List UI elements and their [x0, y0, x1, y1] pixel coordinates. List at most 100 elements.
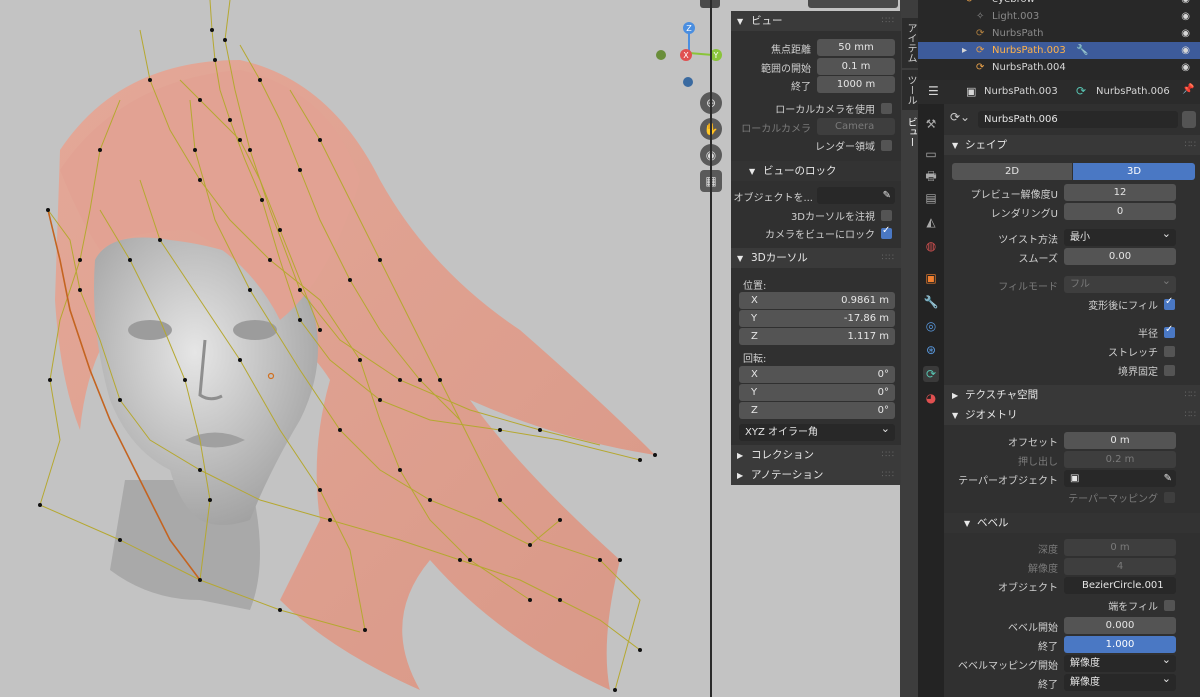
tab-item[interactable]: アイテム [902, 18, 918, 68]
lock-cursor-checkbox[interactable] [881, 210, 892, 221]
outliner-row-selected[interactable]: ▸ ⟳ NurbsPath.003 🔧 ◉ [918, 42, 1200, 59]
cursor-rot-y-field[interactable]: Y 0° [739, 384, 895, 401]
curve-data-tab-icon[interactable]: ⟳ [923, 366, 939, 382]
eye-icon[interactable]: ◉ [1181, 59, 1190, 76]
stretch-checkbox[interactable] [1164, 346, 1175, 357]
outliner-row[interactable]: ⟳ eyebrow ◉ [918, 0, 1200, 8]
mode-3d-button[interactable]: 3D [1073, 163, 1195, 180]
bevel-map-end-dropdown[interactable]: 解像度 [1064, 674, 1176, 691]
panel-view-header[interactable]: ▼ ビュー ∷∷ [731, 11, 901, 31]
view-layer-tab-icon[interactable]: ▤ [923, 190, 939, 206]
bevel-depth-field[interactable]: 0 m [1064, 539, 1176, 556]
local-camera-field[interactable]: Camera [817, 118, 895, 135]
cursor-rot-z-field[interactable]: Z 0° [739, 402, 895, 419]
bevel-map-start-dropdown[interactable]: 解像度 [1064, 655, 1176, 672]
offset-field[interactable]: 0 m [1064, 432, 1176, 449]
radius-checkbox[interactable] [1164, 324, 1175, 338]
section-geometry-header[interactable]: ▼ ジオメトリ ∷∷ [944, 405, 1200, 425]
outliner-row[interactable]: ✧ Light.003 ◉ [918, 8, 1200, 25]
bounds-clamp-checkbox[interactable] [1164, 365, 1175, 376]
tool-tab-icon[interactable]: ⚒ [923, 116, 939, 132]
taper-object-field[interactable]: ▣ ✎ [1064, 470, 1176, 487]
eyedropper-icon[interactable]: ✎ [883, 187, 891, 204]
cursor-z-field[interactable]: Z 1.117 m [739, 328, 895, 345]
object-tab-icon[interactable]: ▣ [923, 270, 939, 286]
outliner-row[interactable]: ⟳ NurbsPath.004 ◉ [918, 59, 1200, 76]
eye-icon[interactable]: ◉ [1181, 42, 1190, 59]
clip-end-field[interactable]: 1000 m [817, 76, 895, 93]
bevel-resolution-field[interactable]: 4 [1064, 558, 1176, 575]
section-shape-header[interactable]: ▼ シェイプ ∷∷ [944, 135, 1200, 155]
cursor-y-field[interactable]: Y -17.86 m [739, 310, 895, 327]
constraint-tab-icon[interactable]: ⊛ [923, 342, 939, 358]
shading-buttons[interactable] [808, 0, 898, 8]
outliner-item-label: NurbsPath [992, 28, 1044, 39]
section-bevel-header[interactable]: ▼ ベベル [944, 513, 1200, 533]
preview-u-field[interactable]: 12 [1064, 184, 1176, 201]
panel-annotation-header[interactable]: ▶ アノテーション ∷∷ [731, 465, 901, 485]
curve-data-icon: ⟳ [1076, 84, 1087, 98]
eye-icon[interactable]: ◉ [1181, 0, 1190, 8]
fake-user-icon[interactable] [1182, 111, 1196, 128]
cursor-y-value: -17.86 m [843, 313, 889, 324]
tab-view[interactable]: ビュー [902, 112, 918, 152]
fill-deform-label: 変形後にフィル [1088, 301, 1158, 312]
outliner: ⟳ eyebrow ◉ ✧ Light.003 ◉ ⟳ NurbsPath ◉ … [918, 0, 1200, 80]
stretch-label: ストレッチ [1108, 348, 1158, 359]
smooth-field[interactable]: 0.00 [1064, 248, 1176, 265]
gizmo-y-label: Y [713, 51, 719, 60]
lock-object-field[interactable]: ✎ [817, 187, 895, 204]
focal-length-field[interactable]: 50 mm [817, 39, 895, 56]
world-tab-icon[interactable]: ◍ [923, 238, 939, 254]
datablock-name-field[interactable]: NurbsPath.006 [978, 111, 1178, 128]
eye-icon[interactable]: ◉ [1181, 25, 1190, 42]
render-region-checkbox[interactable] [881, 140, 892, 151]
twist-method-dropdown[interactable]: 最小 [1064, 229, 1176, 246]
bevel-start-field[interactable]: 0.000 [1064, 617, 1176, 634]
camera-to-view-checkbox[interactable] [881, 225, 892, 239]
local-camera-checkbox[interactable] [881, 103, 892, 114]
cursor-rot-x-field[interactable]: X 0° [739, 366, 895, 383]
light-icon: ✧ [976, 11, 985, 22]
section-shape-title: シェイプ [965, 139, 1007, 151]
tab-tool[interactable]: ツール [902, 70, 918, 110]
bevel-end-field[interactable]: 1.000 [1064, 636, 1176, 653]
bevel-object-field[interactable]: BezierCircle.001 [1064, 577, 1176, 594]
eye-left [128, 320, 172, 340]
panel-view-lock-title: ビューのロック [763, 165, 837, 177]
smooth-label: スムーズ [1018, 254, 1059, 265]
modifier-wrench-icon: 🔧 [1076, 45, 1089, 56]
panel-view-lock-header[interactable]: ▼ ビューのロック [731, 161, 901, 181]
rotation-mode-dropdown[interactable]: XYZ オイラー角 [739, 424, 895, 441]
output-tab-icon[interactable]: 🖶 [923, 168, 939, 184]
eyedropper-icon[interactable]: ✎ [1164, 470, 1172, 487]
curve-icon: ⟳ [976, 28, 985, 39]
taper-mapping-checkbox[interactable] [1164, 492, 1175, 503]
section-texture-space-header[interactable]: ▶ テクスチャ空間 ∷∷ [944, 385, 1200, 405]
extrude-field[interactable]: 0.2 m [1064, 451, 1176, 468]
physics-tab-icon[interactable]: ◎ [923, 318, 939, 334]
modifier-tab-icon[interactable]: 🔧 [923, 294, 939, 310]
cursor-x-field[interactable]: X 0.9861 m [739, 292, 895, 309]
datablock-type-icon[interactable]: ⟳⌄ [950, 110, 970, 124]
render-u-field[interactable]: 0 [1064, 203, 1176, 220]
scene-tab-icon[interactable]: ◭ [923, 214, 939, 230]
editor-type-icon[interactable]: ☰ [928, 84, 939, 98]
panel-collection-header[interactable]: ▶ コレクション ∷∷ [731, 445, 901, 465]
outliner-row[interactable]: ⟳ NurbsPath ◉ [918, 25, 1200, 42]
eye-icon[interactable]: ◉ [1181, 8, 1190, 25]
local-camera-use-label: ローカルカメラを使用 [775, 105, 875, 116]
fill-deform-checkbox[interactable] [1164, 296, 1175, 310]
mode-2d-button[interactable]: 2D [952, 163, 1072, 180]
expand-arrow-icon[interactable]: ▸ [962, 42, 967, 59]
pin-icon[interactable]: 📌 [1182, 84, 1194, 95]
clip-start-field[interactable]: 0.1 m [817, 58, 895, 75]
render-tab-icon[interactable]: ▭ [923, 146, 939, 162]
fill-caps-checkbox[interactable] [1164, 600, 1175, 611]
material-tab-icon[interactable]: ◕ [923, 390, 939, 406]
panel-3d-cursor-header[interactable]: ▼ 3Dカーソル ∷∷ [731, 248, 901, 268]
panel-annotation-title: アノテーション [751, 469, 824, 481]
fill-mode-dropdown[interactable]: フル [1064, 276, 1176, 293]
outliner-item-label: Light.003 [992, 11, 1040, 22]
preview-u-label: プレビュー解像度U [970, 190, 1058, 201]
